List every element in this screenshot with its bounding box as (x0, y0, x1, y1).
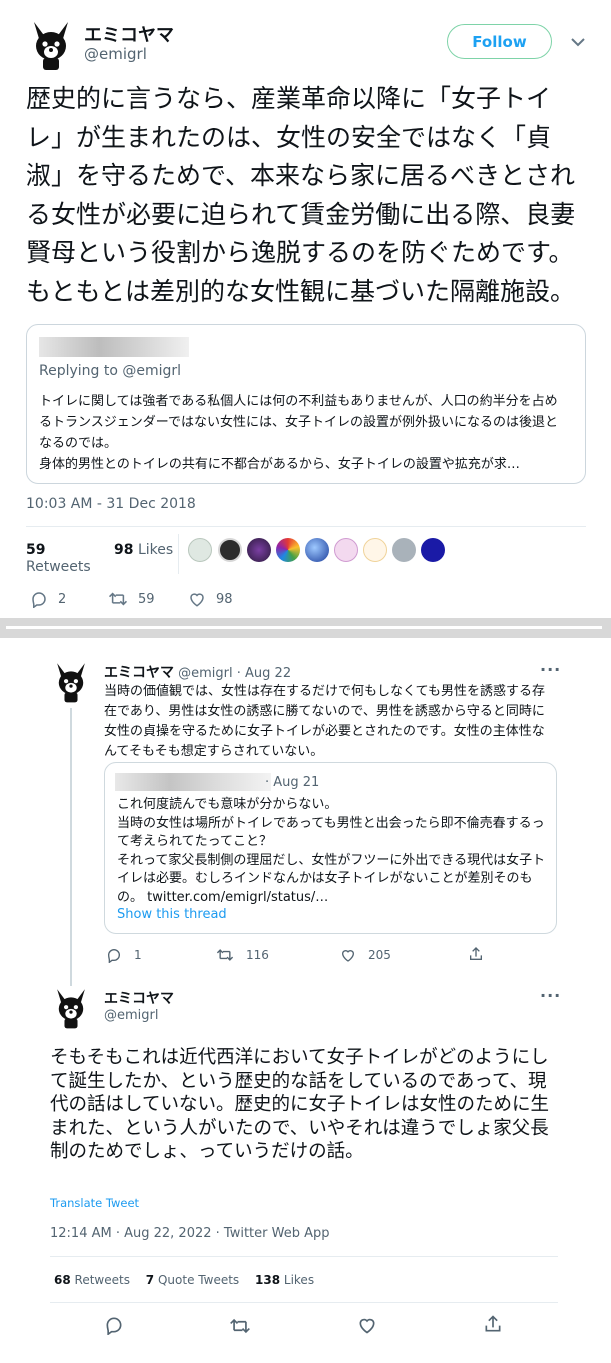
retweet-action[interactable]: 116 (216, 947, 269, 963)
quoted-date[interactable]: · Aug 21 (265, 775, 319, 790)
liker-avatar[interactable] (218, 538, 242, 562)
translate-tweet-link[interactable]: Translate Tweet (50, 1196, 139, 1210)
tweet-text: 当時の価値観では、女性は存在するだけで何もしなくても男性を誘惑する存在であり、男… (104, 684, 545, 759)
heart-icon (190, 593, 204, 607)
heart-icon[interactable] (357, 1315, 377, 1339)
tweet-text: そもそもこれは近代西洋において女子トイレがどのようにして誕生したか、という歴史的… (50, 1047, 549, 1162)
reply-icon[interactable] (104, 1315, 124, 1339)
likes-label: Likes (137, 542, 174, 558)
retweet-icon[interactable] (229, 1316, 251, 1340)
quoted-tweet[interactable]: Replying to @emigrl トイレに関しては強者である私個人には何の… (26, 324, 586, 484)
share-icon[interactable] (483, 1314, 503, 1338)
likes-stat[interactable]: 98 Likes (114, 542, 173, 558)
timestamp[interactable]: 12:14 AM · Aug 22, 2022 · Twitter Web Ap… (50, 1226, 329, 1241)
more-options-icon[interactable]: ··· (540, 986, 561, 1005)
follow-button[interactable]: Follow (447, 24, 552, 59)
dog-avatar-icon (57, 989, 85, 1029)
retweet-action[interactable]: 59 (108, 590, 155, 608)
quoted-text: トイレに関しては強者である私個人には何の不利益もありませんが、人口の約半分を占め… (39, 394, 558, 472)
liker-avatar[interactable] (421, 538, 445, 562)
likes-count: 138 (255, 1273, 281, 1287)
tweet-header: エミコヤマ @emigrl · Aug 22 (104, 662, 291, 682)
separator-inner-line (6, 626, 602, 629)
like-action[interactable]: 98 (188, 590, 233, 608)
tweet-date[interactable]: · Aug 22 (237, 666, 291, 681)
tweet-text: 歴史的に言うなら、産業革命以降に「女子トイレ」が生まれたのは、女性の安全ではなく… (26, 84, 576, 306)
engagement-stats: 68 Retweets 7 Quote Tweets 138 Likes (54, 1273, 314, 1287)
timestamp[interactable]: 10:03 AM - 31 Dec 2018 (26, 496, 196, 512)
divider (50, 1256, 558, 1257)
retweet-icon (216, 949, 234, 961)
quotes-count: 7 (145, 1273, 155, 1287)
like-count: 98 (216, 591, 233, 607)
dog-avatar-icon (57, 663, 85, 703)
retweet-count: 59 (138, 591, 155, 607)
quotes-label: Quote Tweets (157, 1273, 240, 1287)
reply-icon (32, 592, 46, 608)
like-action[interactable]: 205 (340, 947, 391, 963)
share-icon[interactable] (468, 946, 484, 966)
follow-label: Follow (472, 32, 527, 51)
liker-avatar[interactable] (392, 538, 416, 562)
thread-line (70, 708, 72, 986)
likes-count: 98 (114, 542, 134, 558)
like-count: 205 (368, 948, 391, 962)
redacted-name (39, 337, 189, 357)
author-handle[interactable]: @emigrl (178, 666, 232, 681)
redacted-name (115, 773, 271, 791)
likes-stat[interactable]: 138 Likes (255, 1273, 314, 1287)
liker-avatar[interactable] (188, 538, 212, 562)
stats-separator (178, 534, 179, 574)
author-name[interactable]: エミコヤマ (104, 665, 174, 681)
show-thread-link[interactable]: Show this thread (117, 907, 227, 922)
replying-to[interactable]: Replying to @emigrl (39, 363, 181, 379)
heart-icon (341, 950, 355, 962)
author-handle[interactable]: @emigrl (104, 1008, 158, 1023)
author-name[interactable]: エミコヤマ (104, 988, 174, 1008)
reply-count: 1 (134, 948, 142, 962)
avatar[interactable] (50, 986, 92, 1030)
avatar[interactable] (26, 18, 76, 72)
retweets-count: 68 (54, 1273, 71, 1287)
liker-avatar[interactable] (334, 538, 358, 562)
reply-action[interactable]: 2 (30, 590, 66, 608)
liker-avatar[interactable] (276, 538, 300, 562)
quoted-text: これ何度読んでも意味が分からない。 当時の女性は場所がトイレであっても男性と出会… (117, 797, 546, 905)
reply-count: 2 (58, 591, 67, 607)
divider (26, 526, 586, 527)
retweets-label[interactable]: Retweets (26, 559, 91, 575)
retweet-icon (108, 592, 128, 606)
divider (50, 1302, 558, 1303)
dog-avatar-icon (34, 22, 68, 70)
retweets-stat[interactable]: 68 Retweets (54, 1273, 134, 1287)
reply-action[interactable]: 1 (106, 947, 142, 963)
likes-label: Likes (283, 1273, 315, 1287)
more-options-icon[interactable]: ··· (540, 660, 561, 679)
author-name[interactable]: エミコヤマ (84, 21, 174, 47)
retweet-count: 116 (246, 948, 269, 962)
retweets-label: Retweets (74, 1273, 130, 1287)
avatar[interactable] (50, 660, 92, 704)
liker-avatar[interactable] (305, 538, 329, 562)
quotes-stat[interactable]: 7 Quote Tweets (146, 1273, 243, 1287)
liker-avatar[interactable] (247, 538, 271, 562)
retweets-count[interactable]: 59 (26, 542, 45, 558)
author-handle[interactable]: @emigrl (84, 45, 147, 63)
chevron-down-icon[interactable] (571, 37, 585, 47)
liker-avatar[interactable] (363, 538, 387, 562)
reply-icon (107, 948, 121, 963)
quoted-tweet[interactable]: · Aug 21 これ何度読んでも意味が分からない。 当時の女性は場所がトイレで… (104, 762, 557, 934)
